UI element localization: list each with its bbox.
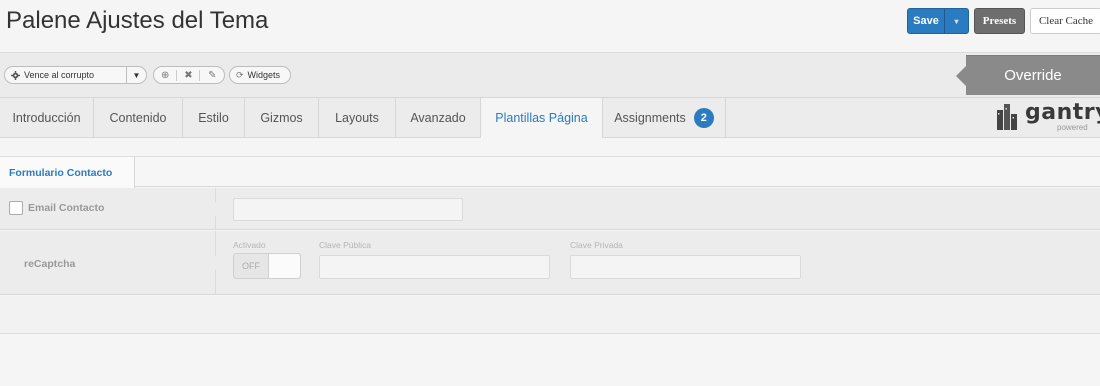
copy-icon[interactable]: ⊕: [155, 69, 177, 81]
save-dropdown-chevron-icon[interactable]: ▾: [945, 17, 968, 26]
tab-avanzado[interactable]: Avanzado: [396, 98, 481, 138]
form-row-email: Email Contacto: [0, 188, 1100, 230]
save-button[interactable]: Save ▾: [907, 8, 969, 34]
widgets-icon: ⟳: [236, 69, 244, 80]
style-toolbar: Vence al corrupto ▼ ⊕ ✖ ✎ ⟳ Widgets: [0, 52, 1100, 98]
tab-estilo[interactable]: Estilo: [183, 98, 245, 138]
presets-button[interactable]: Presets: [974, 8, 1025, 34]
form-footer: [0, 296, 1100, 334]
email-contacto-label: Email Contacto: [28, 202, 105, 214]
recaptcha-toggle[interactable]: OFF: [233, 253, 301, 279]
tab-introduccion[interactable]: Introducción: [0, 98, 94, 138]
email-contacto-input[interactable]: [233, 198, 463, 221]
gantry-logo-sub: powered: [1057, 123, 1088, 132]
form-row-recaptcha: reCaptcha Activado OFF Clave Pública Cla…: [0, 231, 1100, 295]
style-select-value: Vence al corrupto: [24, 70, 95, 80]
style-select[interactable]: Vence al corrupto ▼: [4, 66, 147, 84]
sub-tabs: Formulario Contacto: [0, 156, 1100, 188]
form-label-column: reCaptcha: [0, 231, 222, 294]
tab-contenido[interactable]: Contenido: [94, 98, 183, 138]
assignments-count-badge: 2: [693, 108, 714, 128]
widgets-label: Widgets: [247, 70, 281, 80]
edit-icon[interactable]: ✎: [201, 70, 223, 81]
clave-privada-input[interactable]: [570, 255, 801, 279]
form-label-column: Email Contacto: [0, 188, 222, 229]
gear-icon: [11, 70, 20, 80]
save-button-label[interactable]: Save: [908, 15, 944, 27]
gantry-logo-word: gantry: [1025, 100, 1100, 125]
toggle-off-label: OFF: [242, 261, 260, 271]
select-arrow-icon[interactable]: ▼: [126, 67, 146, 83]
building-icon: [997, 104, 1017, 130]
clear-cache-button[interactable]: Clear Cache: [1030, 8, 1100, 34]
email-contacto-checkbox[interactable]: [9, 201, 23, 215]
tab-assignments-label: Assignments: [614, 111, 686, 125]
clave-privada-label: Clave Privada: [570, 240, 623, 250]
page-header: Palene Ajustes del Tema Save ▾ Presets C…: [0, 0, 1100, 48]
override-button[interactable]: Override: [956, 55, 1100, 95]
gantry-logo: gantry powered: [995, 100, 1100, 134]
main-tabs: Introducción Contenido Estilo Gizmos Lay…: [0, 98, 1100, 139]
recaptcha-label: reCaptcha: [24, 258, 76, 270]
tab-assignments[interactable]: Assignments 2: [603, 98, 726, 138]
delete-icon[interactable]: ✖: [178, 69, 200, 81]
toggle-knob[interactable]: [268, 254, 300, 278]
tab-layouts[interactable]: Layouts: [319, 98, 396, 138]
page-title: Palene Ajustes del Tema: [6, 7, 269, 34]
clave-publica-input[interactable]: [319, 255, 550, 279]
style-tools-group: ⊕ ✖ ✎: [153, 66, 225, 84]
clave-publica-label: Clave Pública: [319, 240, 371, 250]
tab-gizmos[interactable]: Gizmos: [245, 98, 319, 138]
tab-plantillas-pagina[interactable]: Plantillas Página: [481, 98, 603, 139]
page-bottom: [0, 335, 1100, 386]
subtab-formulario-contacto[interactable]: Formulario Contacto: [0, 157, 135, 188]
activado-label: Activado: [233, 240, 266, 250]
widgets-button[interactable]: ⟳ Widgets: [229, 66, 291, 84]
